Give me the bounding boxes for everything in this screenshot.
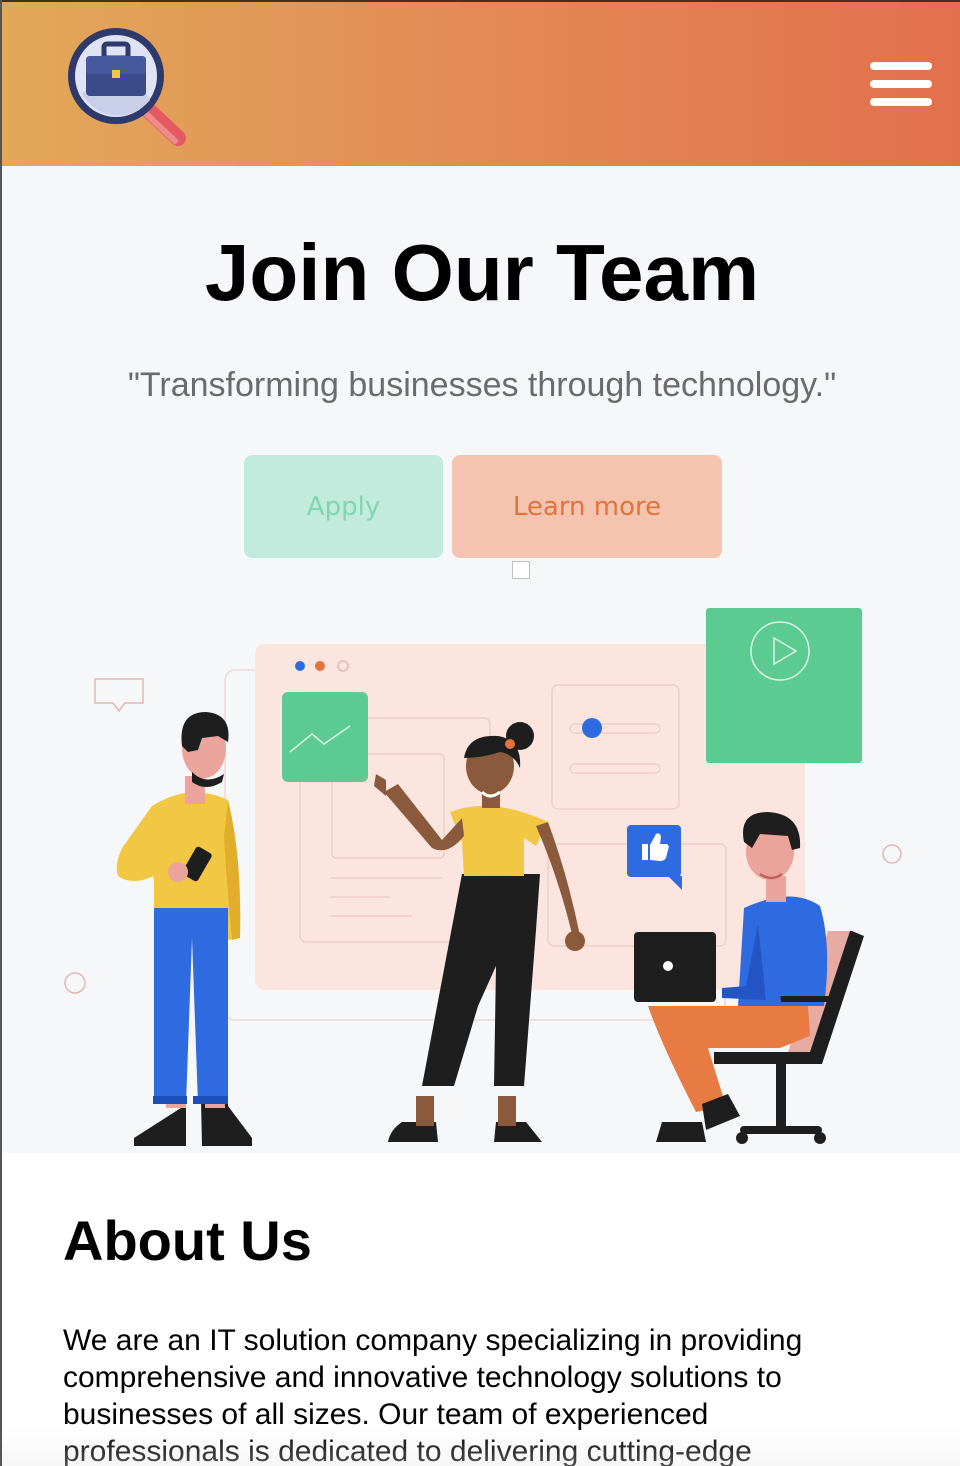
- about-title: About Us: [63, 1209, 312, 1272]
- page: Join Our Team "Transforming businesses t…: [0, 0, 960, 1466]
- hero-title: Join Our Team: [204, 228, 760, 317]
- hero-section: Join Our Team "Transforming businesses t…: [2, 166, 960, 1153]
- briefcase-magnifier-icon[interactable]: [62, 24, 192, 149]
- learn-more-button[interactable]: Learn more: [452, 455, 722, 558]
- menu-bar: [870, 62, 932, 70]
- scroll-fade: [2, 1426, 960, 1466]
- menu-bar: [870, 80, 932, 88]
- menu-bar: [870, 98, 932, 106]
- hero-tagline: "Transforming businesses through technol…: [127, 366, 837, 404]
- man-with-phone-figure: [116, 712, 252, 1146]
- decorative-square: [512, 561, 530, 579]
- team-collaboration-illustration: [64, 608, 902, 1146]
- site-header: [2, 0, 960, 166]
- apply-button[interactable]: Apply: [244, 455, 443, 558]
- hamburger-menu-icon[interactable]: [870, 62, 932, 108]
